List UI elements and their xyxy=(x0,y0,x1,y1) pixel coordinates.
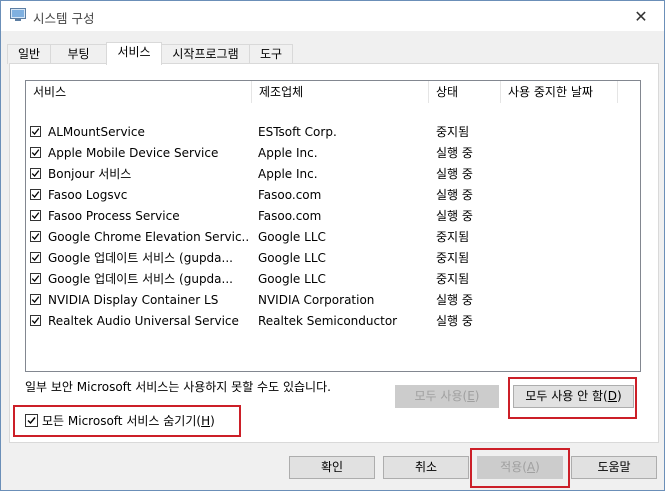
service-maker: Apple Inc. xyxy=(258,146,318,160)
service-checkbox[interactable] xyxy=(30,294,41,305)
service-name: Fasoo Logsvc xyxy=(48,188,128,202)
close-icon: ✕ xyxy=(634,6,648,26)
service-row[interactable]: Bonjour 서비스 Apple Inc. 실행 중 xyxy=(26,164,640,185)
checkmark-icon xyxy=(31,191,40,198)
tab-startup[interactable]: 시작프로그램 xyxy=(161,44,250,64)
tab-services[interactable]: 서비스 xyxy=(106,42,162,65)
service-row[interactable]: Google 업데이트 서비스 (gupda... Google LLC 중지됨 xyxy=(26,248,640,269)
column-header-status[interactable]: 상태 xyxy=(429,81,501,103)
checkmark-icon xyxy=(31,233,40,240)
service-checkbox[interactable] xyxy=(30,315,41,326)
service-row[interactable]: ALMountService ESTsoft Corp. 중지됨 xyxy=(26,122,640,143)
system-config-window: 시스템 구성 ✕ 일반 부팅 서비스 시작프로그램 도구 서비스 제조업체 상태… xyxy=(0,0,665,491)
highlight-box-disable-all xyxy=(508,377,637,419)
service-status: 실행 중 xyxy=(436,209,473,223)
cancel-button[interactable]: 취소 xyxy=(383,456,469,479)
checkmark-icon xyxy=(31,128,40,135)
service-maker: NVIDIA Corporation xyxy=(258,293,375,307)
service-checkbox[interactable] xyxy=(30,273,41,284)
service-checkbox[interactable] xyxy=(30,210,41,221)
service-maker: ESTsoft Corp. xyxy=(258,125,337,139)
service-name: Realtek Audio Universal Service xyxy=(48,314,239,328)
highlight-box-hide-ms xyxy=(13,405,241,437)
tab-tools[interactable]: 도구 xyxy=(249,44,293,64)
service-row[interactable]: Google Chrome Elevation Servic... Google … xyxy=(26,227,640,248)
column-header-disabled-date[interactable]: 사용 중지한 날짜 xyxy=(501,81,618,103)
service-checkbox[interactable] xyxy=(30,189,41,200)
column-header-service[interactable]: 서비스 xyxy=(26,81,252,103)
button-label-end: ) xyxy=(474,389,480,403)
title-bar: 시스템 구성 ✕ xyxy=(1,1,664,31)
service-maker: Realtek Semiconductor xyxy=(258,314,398,328)
service-row[interactable]: Realtek Audio Universal Service Realtek S… xyxy=(26,311,640,332)
service-checkbox[interactable] xyxy=(30,168,41,179)
tab-label: 서비스 xyxy=(117,45,151,59)
service-row[interactable]: Fasoo Logsvc Fasoo.com 실행 중 xyxy=(26,185,640,206)
list-header: 서비스 제조업체 상태 사용 중지한 날짜 xyxy=(26,81,640,103)
service-status: 중지됨 xyxy=(436,251,470,265)
services-list[interactable]: 서비스 제조업체 상태 사용 중지한 날짜 ALMountService ESTs… xyxy=(25,80,641,372)
tab-label: 일반 xyxy=(17,47,41,61)
tab-label: 시작프로그램 xyxy=(172,47,239,61)
window-title: 시스템 구성 xyxy=(33,11,95,26)
service-status: 실행 중 xyxy=(436,146,473,160)
checkmark-icon xyxy=(31,170,40,177)
service-status: 중지됨 xyxy=(436,272,470,286)
service-row[interactable]: Google 업데이트 서비스 (gupda... Google LLC 중지됨 xyxy=(26,269,640,290)
checkmark-icon xyxy=(31,296,40,303)
column-header-maker[interactable]: 제조업체 xyxy=(252,81,429,103)
service-name: NVIDIA Display Container LS xyxy=(48,293,219,307)
service-checkbox[interactable] xyxy=(30,147,41,158)
access-key: E xyxy=(467,389,475,403)
close-button[interactable]: ✕ xyxy=(618,1,664,31)
service-maker: Fasoo.com xyxy=(258,209,322,223)
service-row[interactable]: Fasoo Process Service Fasoo.com 실행 중 xyxy=(26,206,640,227)
checkmark-icon xyxy=(31,317,40,324)
service-name: Bonjour 서비스 xyxy=(48,167,132,181)
ok-button[interactable]: 확인 xyxy=(289,456,375,479)
service-status: 실행 중 xyxy=(436,167,473,181)
service-checkbox[interactable] xyxy=(30,231,41,242)
ms-services-note: 일부 보안 Microsoft 서비스는 사용하지 못할 수도 있습니다. xyxy=(25,380,331,394)
checkmark-icon xyxy=(31,149,40,156)
service-name: Google 업데이트 서비스 (gupda... xyxy=(48,272,233,286)
system-config-icon xyxy=(10,8,26,21)
service-maker: Google LLC xyxy=(258,251,326,265)
checkmark-icon xyxy=(31,254,40,261)
service-name: Fasoo Process Service xyxy=(48,209,180,223)
help-button[interactable]: 도움말 xyxy=(571,456,657,479)
service-checkbox[interactable] xyxy=(30,126,41,137)
service-row[interactable]: NVIDIA Display Container LS NVIDIA Corpor… xyxy=(26,290,640,311)
service-row[interactable]: Apple Mobile Device Service Apple Inc. 실행 … xyxy=(26,143,640,164)
highlight-box-apply xyxy=(470,448,570,488)
tab-label: 부팅 xyxy=(67,47,90,61)
tab-boot[interactable]: 부팅 xyxy=(50,44,107,64)
service-status: 중지됨 xyxy=(436,125,470,139)
enable-all-button[interactable]: 모두 사용(E) xyxy=(395,385,499,408)
service-status: 중지됨 xyxy=(436,230,470,244)
service-name: Google Chrome Elevation Servic... xyxy=(48,230,248,244)
service-status: 실행 중 xyxy=(436,188,473,202)
service-name: Apple Mobile Device Service xyxy=(48,146,219,160)
service-maker: Google LLC xyxy=(258,230,326,244)
checkmark-icon xyxy=(31,275,40,282)
checkmark-icon xyxy=(31,212,40,219)
service-checkbox[interactable] xyxy=(30,252,41,263)
tab-general[interactable]: 일반 xyxy=(7,44,51,64)
service-maker: Apple Inc. xyxy=(258,167,318,181)
service-status: 실행 중 xyxy=(436,293,473,307)
service-maker: Google LLC xyxy=(258,272,326,286)
button-label: 모두 사용( xyxy=(414,389,468,403)
service-name: Google 업데이트 서비스 (gupda... xyxy=(48,251,233,265)
service-maker: Fasoo.com xyxy=(258,188,322,202)
service-name: ALMountService xyxy=(48,125,145,139)
tab-label: 도구 xyxy=(259,47,283,61)
service-status: 실행 중 xyxy=(436,314,473,328)
